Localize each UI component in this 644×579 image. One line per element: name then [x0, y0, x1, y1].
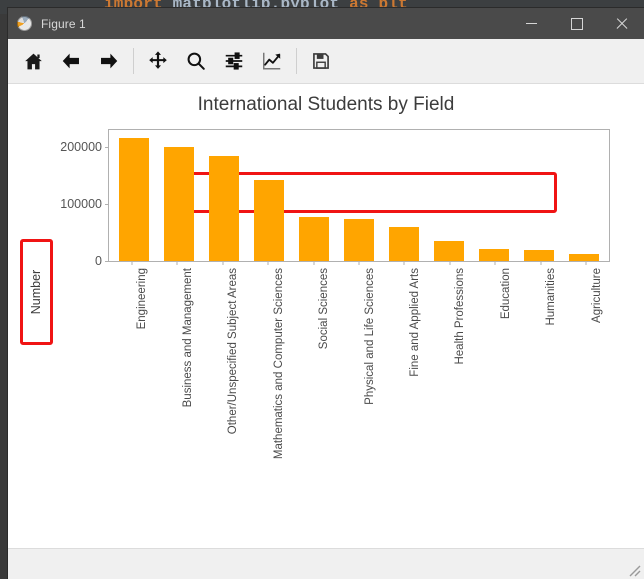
maximize-icon: [570, 17, 583, 30]
y-axis-tick-label: 200000: [60, 140, 109, 154]
toolbar-separator-2: [296, 48, 297, 74]
x-axis-tick-mark: [267, 261, 269, 265]
bar: [569, 254, 600, 261]
x-axis-tick-label: Mathematics and Computer Sciences: [272, 268, 285, 460]
home-icon: [23, 51, 44, 72]
zoom-button[interactable]: [177, 42, 215, 80]
save-button[interactable]: [302, 42, 340, 80]
x-axis-tick-mark: [222, 261, 224, 265]
window-title: Figure 1: [41, 16, 86, 31]
bar: [253, 180, 284, 261]
window-controls: [509, 8, 644, 39]
x-axis-tick-label: Social Sciences: [318, 268, 331, 350]
toolbar-separator-1: [133, 48, 134, 74]
customize-button[interactable]: [253, 42, 291, 80]
close-icon: [616, 18, 628, 30]
pan-button[interactable]: [139, 42, 177, 80]
bar: [524, 249, 555, 261]
close-button[interactable]: [599, 8, 644, 39]
bar: [163, 147, 194, 261]
y-axis-tick-label: 100000: [60, 197, 109, 211]
x-axis-tick-mark: [585, 261, 587, 265]
maximize-button[interactable]: [554, 8, 599, 39]
window-titlebar[interactable]: Figure 1: [8, 8, 644, 39]
status-bar: [8, 548, 644, 579]
x-axis-tick-label: Agriculture: [590, 268, 603, 323]
home-button[interactable]: [14, 42, 52, 80]
bar: [208, 155, 239, 261]
x-axis-tick-mark: [540, 261, 542, 265]
bar: [434, 241, 465, 261]
x-axis-tick-label: Engineering: [136, 268, 149, 330]
x-axis-tick-label: Other/Unspecified Subject Areas: [227, 268, 240, 435]
plot-axes: 0 100000 200000 Engineering Business and Ma…: [60, 129, 610, 459]
x-axis-tick-label: Health Professions: [454, 268, 467, 365]
minimize-button[interactable]: [509, 8, 554, 39]
y-axis-label: Number: [29, 269, 44, 315]
x-axis-tick-label: Education: [499, 268, 512, 320]
x-axis-tick-mark: [313, 261, 315, 265]
arrow-right-icon: [98, 50, 120, 72]
forward-button[interactable]: [90, 42, 128, 80]
magnifier-icon: [185, 50, 207, 72]
sliders-icon: [223, 50, 245, 72]
figure-window: Figure 1 International Students by Field…: [8, 8, 644, 579]
bar: [343, 218, 374, 261]
floppy-disk-icon: [311, 51, 331, 71]
minimize-icon: [526, 23, 537, 24]
subplots-button[interactable]: [215, 42, 253, 80]
matplotlib-logo-icon: [17, 16, 32, 31]
move-arrows-icon: [147, 50, 169, 72]
navigation-toolbar: [8, 39, 644, 84]
x-axis-tick-label: Physical and Life Sciences: [363, 268, 376, 405]
x-axis-tick-mark: [358, 261, 360, 265]
x-axis-tick-mark: [449, 261, 451, 265]
chart-title: International Students by Field: [197, 94, 455, 115]
back-button[interactable]: [52, 42, 90, 80]
bars-container: [109, 130, 609, 261]
resize-grip-icon[interactable]: [625, 561, 641, 577]
bar: [118, 137, 149, 261]
arrow-left-icon: [60, 50, 82, 72]
x-axis-tick-mark: [403, 261, 405, 265]
chart-line-icon: [261, 50, 283, 72]
x-axis-tick-label: Business and Management: [181, 268, 194, 408]
x-axis-tick-label: Fine and Applied Arts: [408, 268, 421, 377]
bar: [389, 226, 419, 261]
figure-canvas[interactable]: International Students by Field 0 100000 2…: [8, 84, 644, 549]
y-axis-label-highlight-box: Number: [20, 239, 53, 345]
bar: [479, 249, 510, 261]
y-axis-tick-label: 0: [95, 254, 109, 268]
bar: [298, 216, 329, 261]
x-axis-tick-mark: [494, 261, 496, 265]
x-axis-tick-mark: [131, 261, 133, 265]
x-axis-tick-label: Humanities: [545, 268, 558, 326]
x-axis-tick-mark: [176, 261, 178, 265]
